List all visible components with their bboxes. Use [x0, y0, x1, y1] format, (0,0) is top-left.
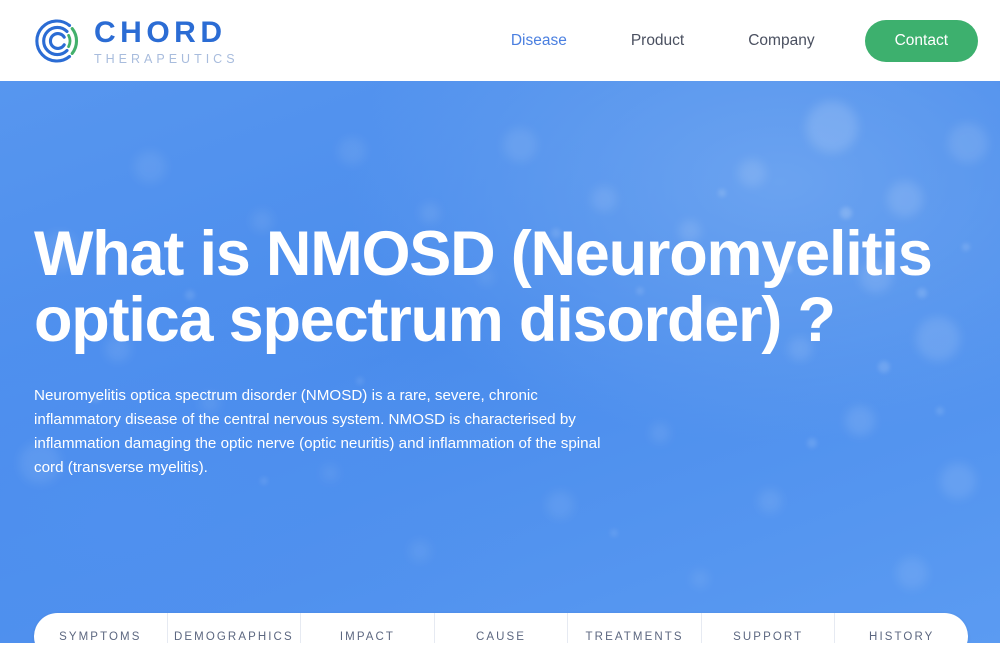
nav-item-disease[interactable]: Disease	[479, 32, 599, 50]
bokeh-background-decoration	[19, 101, 988, 589]
tab-support[interactable]: SUPPORT	[702, 613, 836, 643]
tab-demographics[interactable]: DEMOGRAPHICS	[168, 613, 302, 643]
tab-symptoms[interactable]: SYMPTOMS	[34, 613, 168, 643]
section-tab-bar: SYMPTOMS DEMOGRAPHICS IMPACT CAUSE TREAT…	[34, 613, 968, 643]
site-header: CHORD THERAPEUTICS Disease Product Compa…	[0, 0, 1000, 81]
primary-navigation: Disease Product Company Contact	[479, 19, 978, 62]
tab-treatments[interactable]: TREATMENTS	[568, 613, 702, 643]
chord-circular-logo-icon	[28, 14, 82, 68]
tab-impact[interactable]: IMPACT	[301, 613, 435, 643]
hero-description: Neuromyelitis optica spectrum disorder (…	[34, 387, 601, 477]
hero-section: What is NMOSD (Neuromyelitis optica spec…	[0, 81, 1000, 643]
tab-cause[interactable]: CAUSE	[435, 613, 569, 643]
contact-button[interactable]: Contact	[864, 19, 978, 62]
brand-logo[interactable]: CHORD THERAPEUTICS	[28, 14, 239, 68]
nav-item-company[interactable]: Company	[716, 32, 846, 50]
wordmark-primary: CHORD	[94, 15, 227, 49]
brand-wordmark: CHORD THERAPEUTICS	[94, 16, 239, 66]
wordmark-secondary: THERAPEUTICS	[94, 51, 239, 66]
tab-history[interactable]: HISTORY	[835, 613, 968, 643]
page-title: What is NMOSD (Neuromyelitis optica spec…	[34, 219, 933, 355]
page-root: CHORD THERAPEUTICS Disease Product Compa…	[0, 0, 1000, 667]
nav-item-product[interactable]: Product	[599, 32, 716, 50]
